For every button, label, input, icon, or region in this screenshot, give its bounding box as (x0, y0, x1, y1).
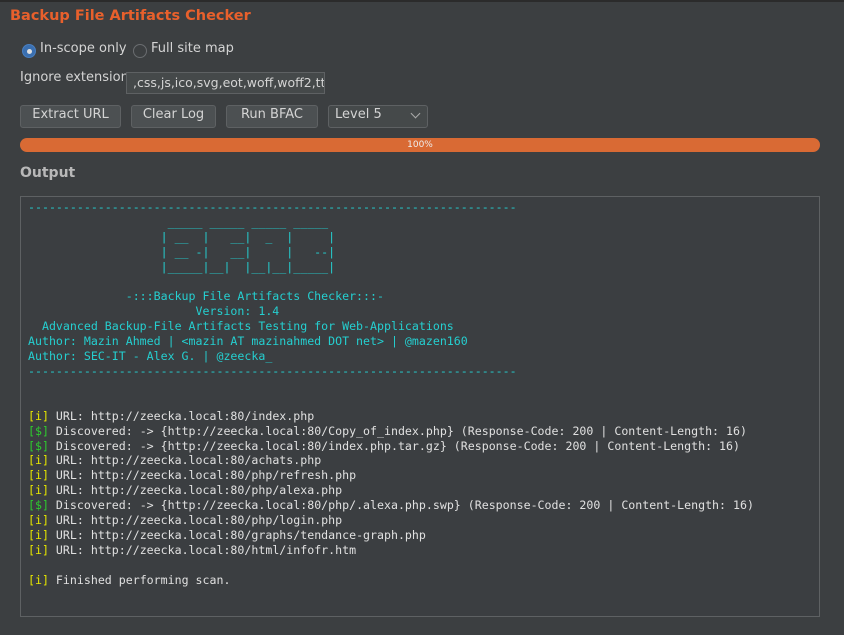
banner-line: | __ -| __| | --| (28, 244, 336, 259)
log-text: Discovered: -> {http://zeecka.local:80/p… (48, 498, 754, 513)
log-line: [i] URL: http://zeecka.local:80/index.ph… (28, 409, 819, 424)
log-text: Discovered: -> {http://zeecka.local:80/i… (48, 438, 740, 453)
banner-line (28, 394, 819, 409)
log-line: [$] Discovered: -> {http://zeecka.local:… (28, 424, 819, 439)
run-bfac-button[interactable]: Run BFAC (226, 105, 318, 128)
log-text: URL: http://zeecka.local:80/html/infofr.… (48, 542, 357, 557)
banner-line: Author: Mazin Ahmed | <mazin AT mazinahm… (28, 334, 468, 349)
log-text: URL: http://zeecka.local:80/php/login.ph… (48, 513, 343, 528)
log-tag: [i] (28, 542, 49, 557)
progress-bar: 100% (20, 138, 820, 152)
log-tag: [i] (28, 527, 49, 542)
banner-line: -:::Backup File Artifacts Checker:::- (28, 289, 384, 304)
log-line: [$] Discovered: -> {http://zeecka.local:… (28, 439, 819, 454)
level-select-value: Level 5 (335, 107, 382, 122)
banner-line: Author: SEC-IT - Alex G. | @zeecka_ (28, 349, 273, 364)
log-tag: [i] (28, 453, 49, 468)
banner-line (28, 379, 819, 394)
radio-selected-icon (22, 43, 36, 58)
output-label: Output (20, 165, 76, 181)
banner-line: | __ | __| _ | | (28, 229, 336, 244)
ignore-extension-label: Ignore extension (20, 70, 129, 85)
log-text: URL: http://zeecka.local:80/php/refresh.… (48, 468, 357, 483)
log-tag: [i] (28, 572, 49, 587)
banner-line (28, 275, 819, 290)
log-tag: [i] (28, 468, 49, 483)
log-line: [i] URL: http://zeecka.local:80/graphs/t… (28, 528, 819, 543)
log-tag: [$] (28, 423, 49, 438)
radio-label: Full site map (151, 41, 234, 56)
log-line: [i] URL: http://zeecka.local:80/achats.p… (28, 453, 819, 468)
log-line (28, 558, 819, 573)
progress-text: 100% (407, 140, 433, 150)
log-text: Finished performing scan. (48, 572, 231, 587)
ignore-extension-input[interactable]: ,css,js,ico,svg,eot,woff,woff2,ttf (126, 72, 325, 94)
log-line: [$] Discovered: -> {http://zeecka.local:… (28, 498, 819, 513)
log-line: [i] URL: http://zeecka.local:80/php/refr… (28, 468, 819, 483)
window-top-border (0, 0, 844, 2)
log-tag: [$] (28, 498, 49, 513)
page-title: Backup File Artifacts Checker (10, 8, 251, 24)
banner-line: |_____|__| |__|__|_____| (28, 259, 336, 274)
chevron-down-icon (410, 108, 421, 119)
banner-line: ----------------------------------------… (28, 200, 517, 214)
log-text: Discovered: -> {http://zeecka.local:80/C… (48, 423, 747, 438)
radio-full-site-map[interactable]: Full site map (133, 41, 234, 58)
log-text: URL: http://zeecka.local:80/achats.php (48, 453, 322, 468)
output-banner: ----------------------------------------… (28, 200, 819, 409)
output-log-lines: [i] URL: http://zeecka.local:80/index.ph… (28, 409, 819, 588)
log-line: [i] URL: http://zeecka.local:80/php/alex… (28, 483, 819, 498)
level-select[interactable]: Level 5 (328, 105, 428, 128)
extract-url-button[interactable]: Extract URL (20, 105, 121, 128)
radio-label: In-scope only (40, 41, 127, 56)
clear-log-button[interactable]: Clear Log (131, 105, 216, 128)
log-line: [i] URL: http://zeecka.local:80/html/inf… (28, 543, 819, 558)
radio-in-scope-only[interactable]: In-scope only (22, 41, 127, 58)
banner-line: _____ _____ _____ _____ (28, 214, 329, 229)
log-tag: [i] (28, 408, 49, 423)
log-tag: [i] (28, 513, 49, 528)
output-log[interactable]: ----------------------------------------… (20, 196, 820, 617)
log-text: URL: http://zeecka.local:80/index.php (48, 408, 315, 423)
radio-unselected-icon (133, 43, 147, 58)
log-text: URL: http://zeecka.local:80/graphs/tenda… (48, 527, 426, 542)
log-line: [i] URL: http://zeecka.local:80/php/logi… (28, 513, 819, 528)
banner-line: Advanced Backup-File Artifacts Testing f… (28, 319, 454, 334)
banner-line: ----------------------------------------… (28, 363, 517, 378)
log-line: [i] Finished performing scan. (28, 573, 819, 588)
log-tag: [i] (28, 483, 49, 498)
log-tag: [$] (28, 438, 49, 453)
log-text: URL: http://zeecka.local:80/php/alexa.ph… (48, 483, 343, 498)
banner-line: Version: 1.4 (28, 304, 280, 319)
